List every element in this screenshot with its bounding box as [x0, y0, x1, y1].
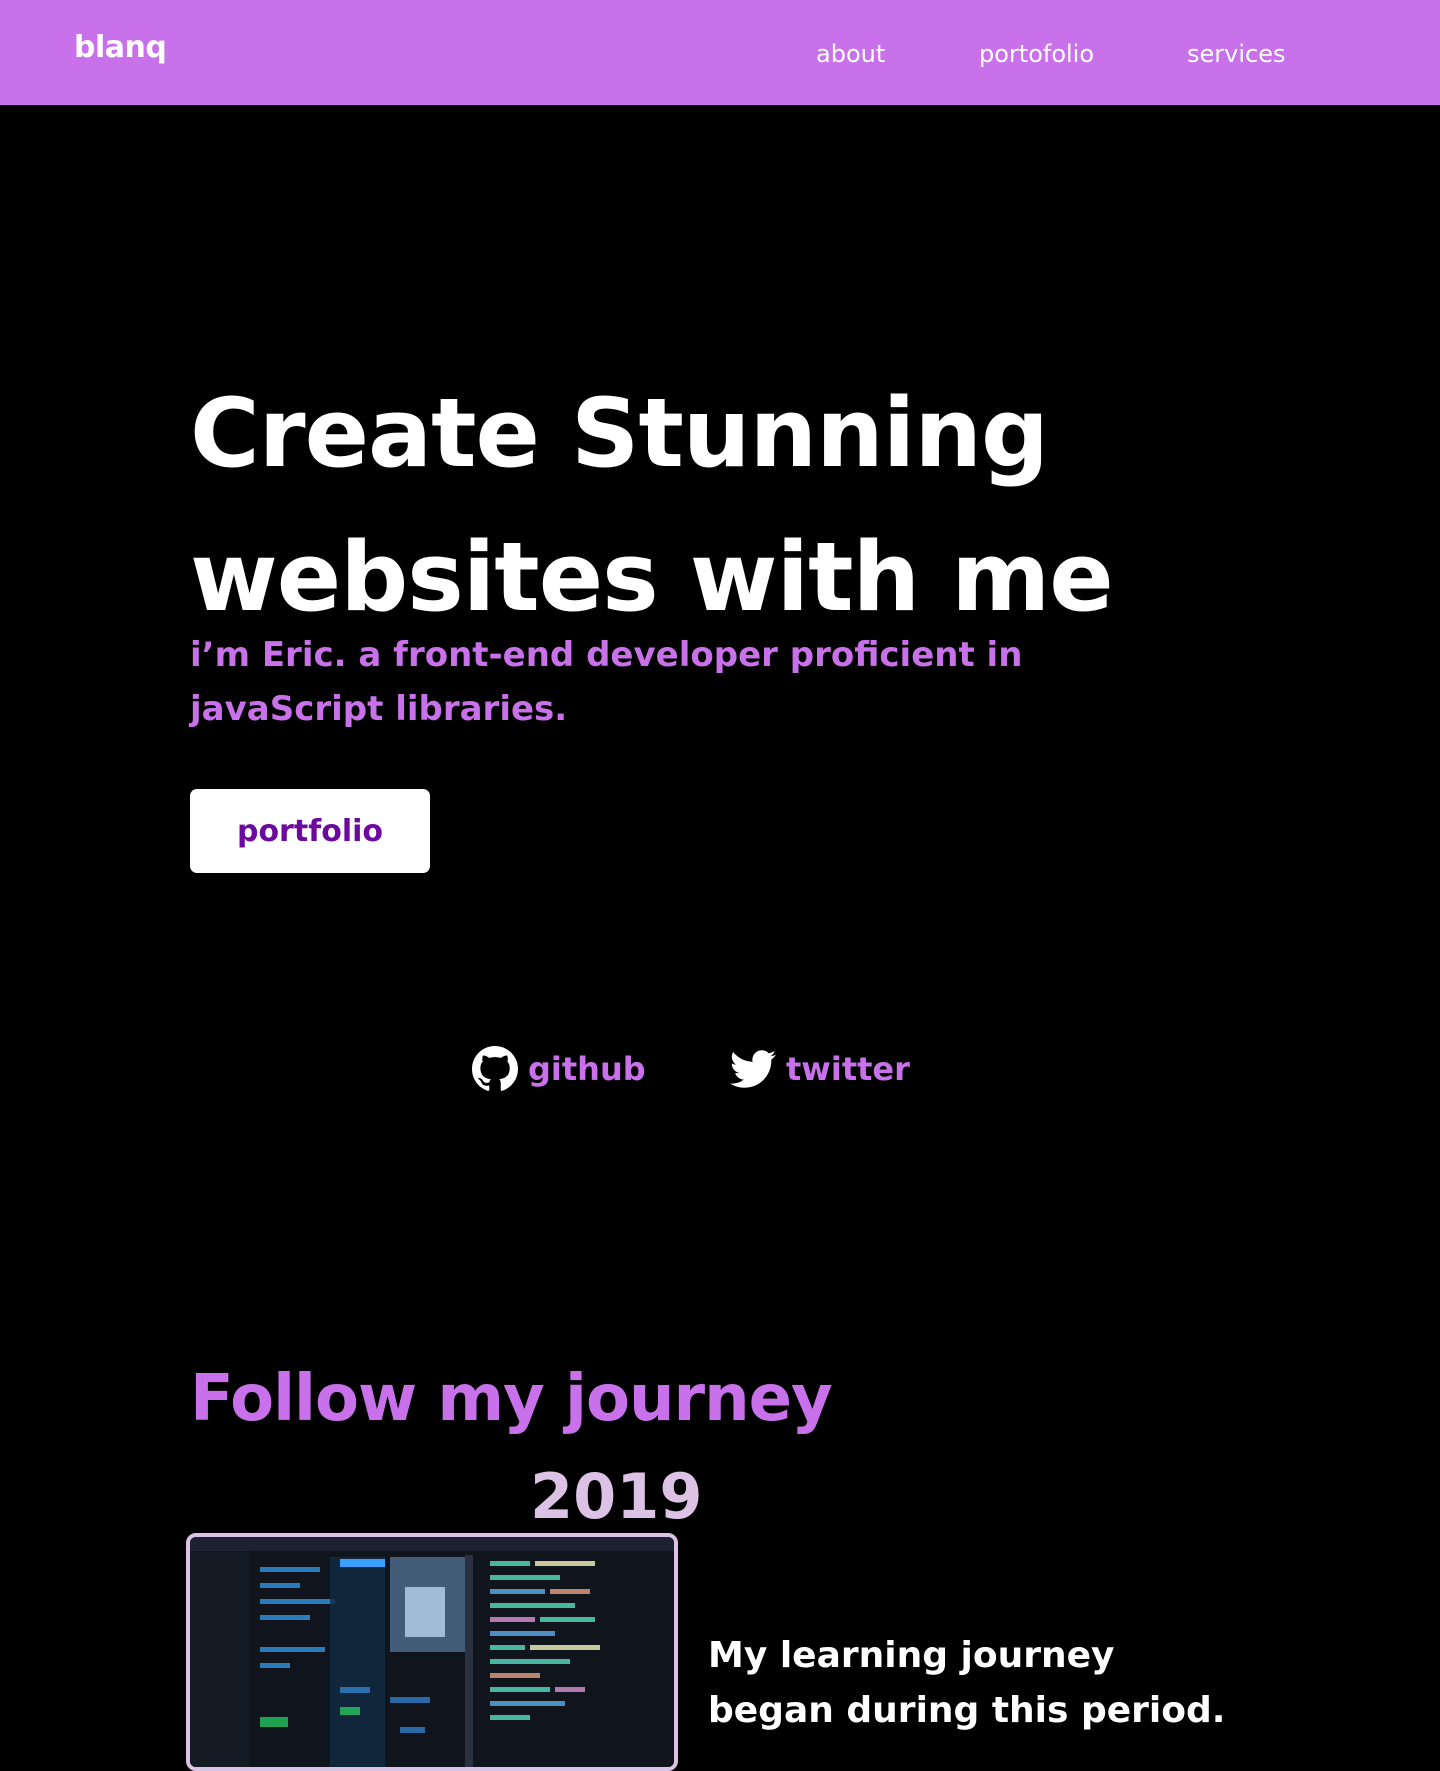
nav-link-services[interactable]: services: [1187, 40, 1285, 68]
journey-title: Follow my journey: [190, 1362, 833, 1436]
github-icon: [472, 1046, 518, 1092]
top-navbar: blanq about portofolio services: [0, 0, 1440, 105]
twitter-link[interactable]: twitter: [730, 1046, 910, 1092]
github-label: github: [528, 1050, 646, 1088]
twitter-bird-icon: [730, 1046, 776, 1092]
hero-title-line-1: Create Stunning: [190, 379, 1049, 489]
code-editor-illustration: [190, 1537, 674, 1767]
journey-image-code-screenshot: [186, 1533, 678, 1771]
portfolio-button[interactable]: portfolio: [190, 789, 430, 873]
hero-title: Create Stunning websites with me: [190, 362, 1114, 650]
nav-link-portofolio[interactable]: portofolio: [979, 40, 1094, 68]
hero-subtitle: i’m Eric. a front-end developer proficie…: [190, 635, 1023, 729]
journey-year: 2019: [530, 1460, 703, 1533]
github-link[interactable]: github: [472, 1046, 646, 1092]
twitter-label: twitter: [786, 1050, 910, 1088]
site-logo[interactable]: blanq: [74, 30, 167, 65]
nav-link-about[interactable]: about: [816, 40, 885, 68]
journey-description: My learning journey began during this pe…: [708, 1635, 1226, 1731]
hero-title-line-2: websites with me: [190, 523, 1114, 633]
